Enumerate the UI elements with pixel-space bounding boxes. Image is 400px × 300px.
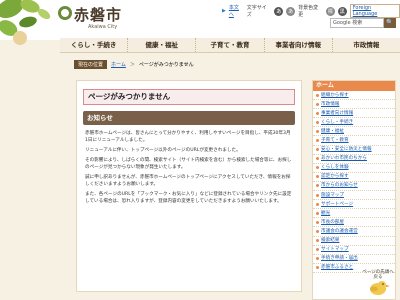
logo-subtitle: Akaiwa City — [88, 24, 118, 30]
utility-bar: ▶ 本文へ 文字サイズ あ あ 背景色変更 標 黒 Foreign Langua… — [222, 4, 400, 18]
side-item[interactable]: 市長の部屋 — [313, 218, 395, 228]
breadcrumb-separator: ＞ — [129, 62, 135, 68]
side-item[interactable]: 子育て・教育 — [313, 136, 395, 146]
side-item[interactable]: 組織から探す — [313, 91, 395, 101]
font-size-label: 文字サイズ — [246, 5, 267, 18]
side-item[interactable]: 市政情報 — [313, 100, 395, 110]
side-item[interactable]: 施設マップ — [313, 191, 395, 201]
leaf-decoration-icon — [0, 0, 51, 45]
bullet-icon — [316, 184, 319, 188]
side-menu-heading[interactable]: ホーム — [313, 81, 395, 91]
breadcrumb-tag: 現在の位置 — [74, 60, 108, 69]
global-nav: くらし・手続き 健康・福祉 子育て・教育 事業者向け情報 市政情報 — [60, 38, 400, 53]
bullet-icon — [316, 257, 319, 261]
gnav-item-business[interactable]: 事業者向け情報 — [265, 38, 333, 52]
notice-paragraph: 赤磐市ホームページは、皆さんにとって分かりやすく、利用しやすいページを目指し、平… — [85, 131, 291, 143]
side-item[interactable]: 市からのお知らせ — [313, 182, 395, 192]
side-item[interactable]: あかいわ市民のちから — [313, 155, 395, 164]
city-emblem-icon — [58, 6, 72, 20]
side-item[interactable]: 市議会の議会運営 — [313, 227, 395, 237]
side-item[interactable]: 手続き申請・届出 — [313, 255, 395, 264]
notice-paragraph: また、各ページのURLを「ブックマーク・お気に入り」などに登録されている場合やリ… — [85, 192, 292, 204]
notice-paragraph: 誠に申し訳ありませんが、赤磐市ホームページのトップページにアクセスしていただき、… — [85, 175, 291, 187]
main-content: ページがみつかりません お知らせ 赤磐市ホームページは、皆さんにとって分かりやす… — [76, 80, 302, 292]
bg-black-button[interactable]: 黒 — [337, 6, 347, 16]
bullet-icon — [316, 248, 319, 252]
page-title: ページがみつかりません — [83, 89, 295, 105]
gnav-item-childcare[interactable]: 子育て・教育 — [196, 38, 265, 52]
side-item[interactable]: 事業者向け情報 — [313, 109, 395, 119]
side-item[interactable]: くらし・手続き — [313, 118, 395, 128]
bullet-icon — [316, 193, 319, 197]
notice-body: 赤磐市ホームページは、皆さんにとって分かりやすく、利用しやすいページを目指し、平… — [85, 130, 293, 205]
bullet-icon — [316, 239, 319, 243]
bullet-icon — [316, 148, 319, 152]
side-item[interactable]: 安心・安全に防災と情報 — [313, 146, 395, 155]
side-item[interactable]: サポートページ — [313, 200, 395, 210]
bullet-icon — [316, 166, 319, 170]
side-item[interactable]: 認定から探す — [313, 173, 395, 182]
page-top-button[interactable]: ページの先頭へ戻る — [362, 268, 394, 296]
bullet-icon — [316, 220, 319, 224]
side-item[interactable]: 健康・福祉 — [313, 127, 395, 137]
side-item[interactable]: くらしを体験 — [313, 164, 395, 173]
bullet-icon — [316, 111, 319, 115]
side-item[interactable]: 検索結果 — [313, 237, 395, 246]
bullet-icon — [316, 202, 319, 206]
side-item[interactable]: 観光 — [313, 209, 395, 219]
bg-standard-button[interactable]: 標 — [325, 6, 335, 16]
site-logo[interactable]: 赤磐市 Akaiwa City — [58, 4, 123, 30]
search-icon: 🔍 — [386, 19, 394, 26]
gnav-item-health[interactable]: 健康・福祉 — [128, 38, 197, 52]
foreign-language-button[interactable]: Foreign Language — [349, 4, 400, 18]
side-menu: ホーム 組織から探す 市政情報 事業者向け情報 くらし・手続き 健康・福祉 子育… — [312, 80, 396, 300]
bullet-icon — [316, 93, 319, 97]
breadcrumb: 現在の位置 ホーム ＞ ページがみつかりません — [74, 60, 194, 69]
breadcrumb-current: ページがみつかりません — [138, 62, 194, 68]
bullet-icon — [316, 229, 319, 233]
breadcrumb-home-link[interactable]: ホーム — [111, 61, 126, 68]
bullet-icon — [316, 175, 319, 179]
notice-paragraph: その影響により、しばらくの間、検索サイト（サイト内検索を含む）から検索した場合等… — [85, 158, 292, 170]
font-large-button[interactable]: あ — [274, 6, 284, 16]
search-input[interactable]: Google 検索 — [330, 18, 384, 28]
font-small-button[interactable]: あ — [286, 6, 296, 16]
side-item[interactable]: サイトマップ — [313, 246, 395, 255]
bullet-icon — [316, 120, 319, 124]
bullet-icon — [316, 211, 319, 215]
bg-color-label: 背景色変更 — [298, 5, 319, 18]
notice-heading: お知らせ — [83, 111, 295, 125]
search-button[interactable]: 🔍 — [384, 18, 396, 28]
notice-paragraph: リニューアルに伴い、トップページ以外のページのURLが変更されました。 — [85, 148, 241, 153]
skip-to-content-link[interactable]: 本文へ — [229, 4, 244, 18]
logo-title: 赤磐市 — [74, 6, 123, 24]
gnav-item-living[interactable]: くらし・手続き — [60, 38, 129, 52]
bullet-icon — [316, 129, 319, 133]
bullet-icon — [316, 102, 319, 106]
foreign-language-link[interactable]: Foreign Language — [353, 5, 378, 17]
bird-icon — [370, 281, 390, 295]
arrow-icon: ▶ — [222, 8, 226, 14]
site-header: 赤磐市 Akaiwa City ▶ 本文へ 文字サイズ あ あ 背景色変更 標 … — [0, 0, 400, 45]
bullet-icon — [316, 266, 319, 270]
bullet-icon — [316, 139, 319, 143]
bullet-icon — [316, 157, 319, 161]
gnav-item-cityinfo[interactable]: 市政情報 — [333, 38, 400, 52]
